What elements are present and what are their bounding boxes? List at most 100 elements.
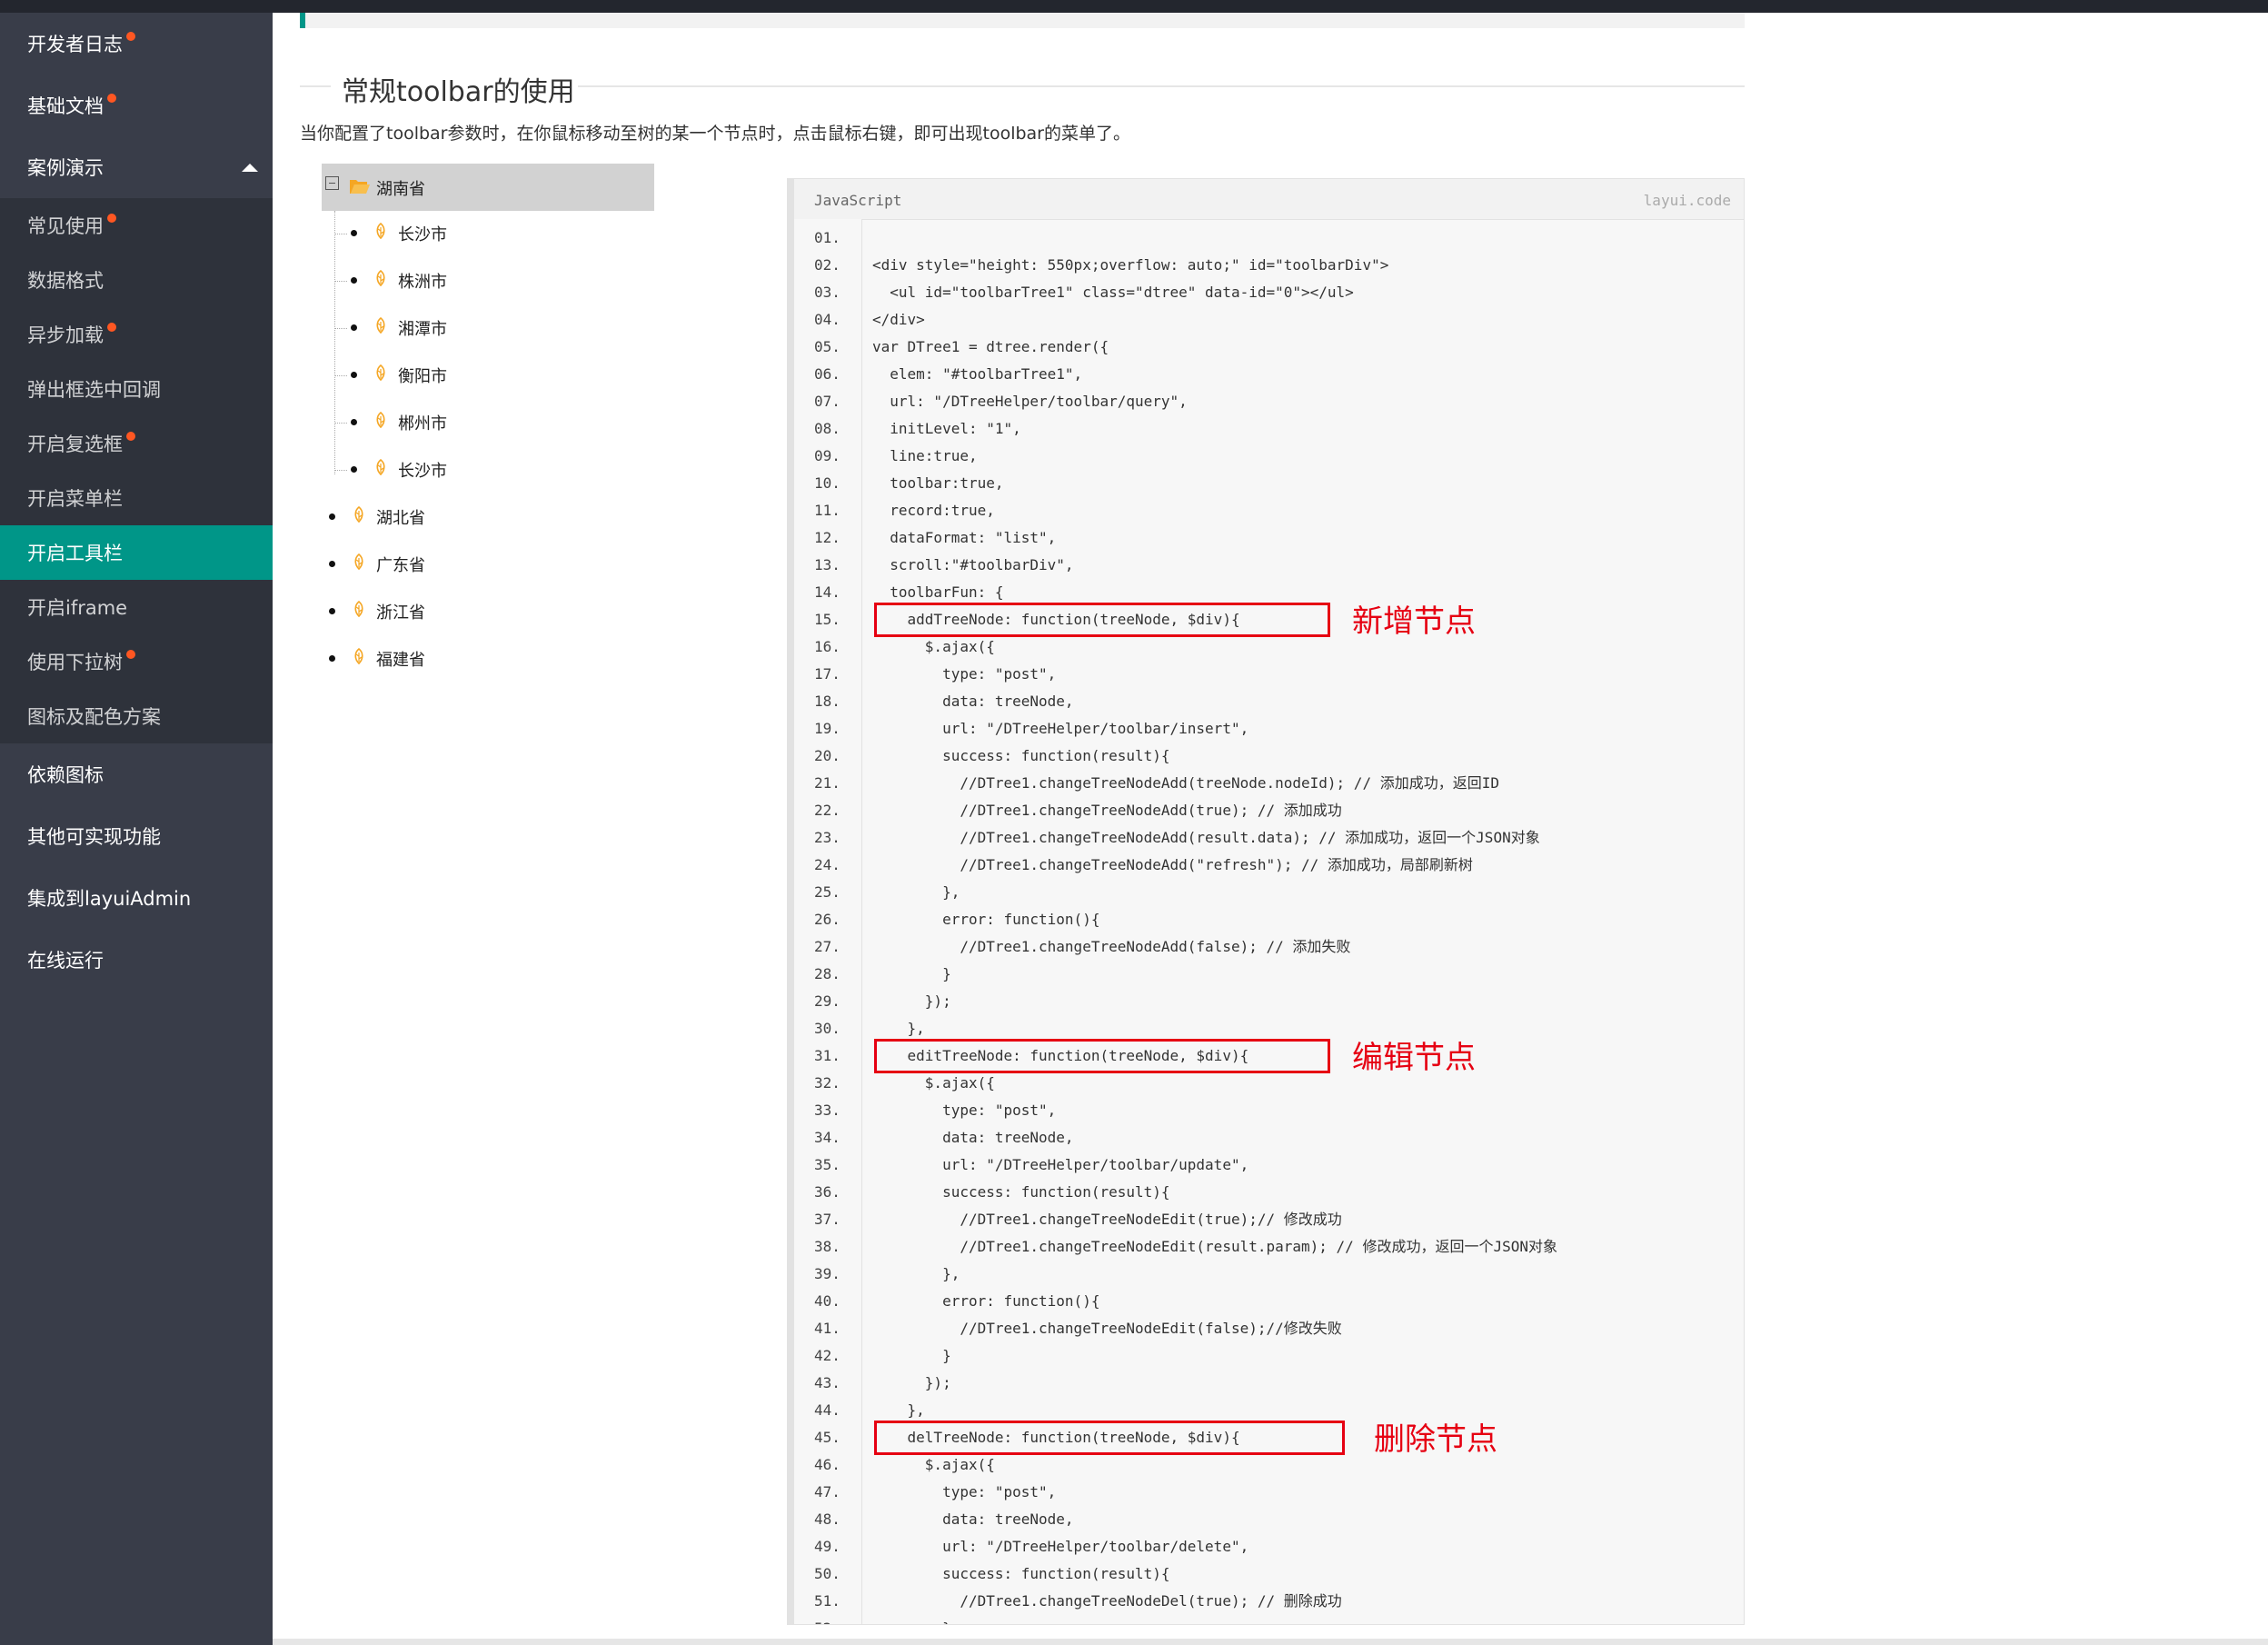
line-number: 50. xyxy=(814,1565,841,1582)
leaf-icon xyxy=(354,648,363,664)
tree-node-child[interactable]: 长沙市 xyxy=(398,458,447,482)
code-line: 52. } xyxy=(794,1615,1739,1624)
tree-node-child[interactable]: 湘潭市 xyxy=(398,316,447,340)
code-text: toolbar:true, xyxy=(872,474,1004,492)
leaf-icon xyxy=(376,270,385,286)
sidebar-item-4[interactable]: 数据格式 xyxy=(0,253,273,307)
code-text: initLevel: "1", xyxy=(872,420,1021,437)
code-line: 33. type: "post", xyxy=(794,1097,1739,1124)
code-line: 42. } xyxy=(794,1342,1739,1370)
code-text: $.ajax({ xyxy=(872,638,995,655)
code-text: }); xyxy=(872,992,951,1010)
sidebar-item-label: 开启iframe xyxy=(27,597,128,619)
bullet-icon xyxy=(351,372,357,378)
line-number: 51. xyxy=(814,1592,841,1610)
tree-node-root-selected[interactable] xyxy=(322,164,654,211)
sidebar-item-label: 集成到layuiAdmin xyxy=(27,888,192,910)
sidebar-item-8[interactable]: 开启菜单栏 xyxy=(0,471,273,525)
code-text: $.ajax({ xyxy=(872,1074,995,1092)
sidebar-item-label: 依赖图标 xyxy=(27,764,104,786)
sidebar-item-7[interactable]: 开启复选框 xyxy=(0,416,273,471)
tree-node-province[interactable]: 广东省 xyxy=(376,553,425,576)
line-number: 44. xyxy=(814,1401,841,1419)
code-line: 38. //DTree1.changeTreeNodeEdit(result.p… xyxy=(794,1233,1739,1261)
code-line: 16. $.ajax({ xyxy=(794,633,1739,661)
line-number: 12. xyxy=(814,529,841,546)
bullet-icon xyxy=(351,466,357,473)
sidebar-item-11[interactable]: 使用下拉树 xyxy=(0,634,273,689)
code-text: type: "post", xyxy=(872,1483,1057,1500)
code-line: 50. success: function(result){ xyxy=(794,1560,1739,1588)
tree-node-child[interactable]: 衡阳市 xyxy=(398,364,447,387)
sidebar-item-label: 常见使用 xyxy=(27,215,104,237)
previous-section-accent xyxy=(300,13,305,28)
sidebar-item-5[interactable]: 异步加载 xyxy=(0,307,273,362)
sidebar-item-label: 弹出框选中回调 xyxy=(27,379,161,401)
code-line: 09. line:true, xyxy=(794,443,1739,470)
line-number: 40. xyxy=(814,1292,841,1310)
code-line: 34. data: treeNode, xyxy=(794,1124,1739,1152)
line-number: 26. xyxy=(814,911,841,928)
code-text: </div> xyxy=(872,311,925,328)
sidebar-item-label: 开启复选框 xyxy=(27,434,123,455)
sidebar-item-9[interactable]: 开启工具栏 xyxy=(0,525,273,580)
tree-node-province[interactable]: 福建省 xyxy=(376,647,425,671)
code-line: 03. <ul id="toolbarTree1" class="dtree" … xyxy=(794,279,1739,306)
bullet-icon xyxy=(351,277,357,284)
bullet-icon xyxy=(329,608,335,614)
sidebar-item-15[interactable]: 集成到layuiAdmin xyxy=(0,867,273,929)
line-number: 13. xyxy=(814,556,841,573)
line-number: 11. xyxy=(814,502,841,519)
sidebar-item-10[interactable]: 开启iframe xyxy=(0,580,273,634)
line-number: 06. xyxy=(814,365,841,383)
sidebar-item-12[interactable]: 图标及配色方案 xyxy=(0,689,273,743)
sidebar-item-label: 开发者日志 xyxy=(27,34,123,55)
sidebar-item-0[interactable]: 开发者日志 xyxy=(0,13,273,75)
bullet-icon xyxy=(351,324,357,331)
sidebar-item-1[interactable]: 基础文档 xyxy=(0,75,273,136)
sidebar-item-3[interactable]: 常见使用 xyxy=(0,198,273,253)
sidebar-item-2[interactable]: 案例演示 xyxy=(0,136,273,198)
code-text: }, xyxy=(872,883,960,901)
bullet-icon xyxy=(351,230,357,236)
tree-node-child[interactable]: 株洲市 xyxy=(398,269,447,293)
code-text: url: "/DTreeHelper/toolbar/query", xyxy=(872,393,1188,410)
code-text: url: "/DTreeHelper/toolbar/delete", xyxy=(872,1538,1249,1555)
code-line: 06. elem: "#toolbarTree1", xyxy=(794,361,1739,388)
code-line: 01. xyxy=(794,224,1739,252)
sidebar-item-16[interactable]: 在线运行 xyxy=(0,929,273,991)
line-number: 37. xyxy=(814,1211,841,1228)
sidebar-item-6[interactable]: 弹出框选中回调 xyxy=(0,362,273,416)
tree-node-province[interactable]: 浙江省 xyxy=(376,600,425,623)
tree-node-province[interactable]: 湖北省 xyxy=(376,505,425,529)
annotation-label: 编辑节点 xyxy=(1352,1040,1476,1076)
tree-branch-line xyxy=(334,470,347,471)
sidebar: 开发者日志基础文档 案例演示常见使用数据格式 异步加载弹出框选中回调 开启复选框开启菜… xyxy=(0,13,273,1645)
line-number: 30. xyxy=(814,1020,841,1037)
line-number: 17. xyxy=(814,665,841,683)
sidebar-item-14[interactable]: 其他可实现功能 xyxy=(0,805,273,867)
sidebar-item-13[interactable]: 依赖图标 xyxy=(0,743,273,805)
annotation-label: 删除节点 xyxy=(1374,1421,1497,1458)
annotation-box xyxy=(874,1421,1345,1455)
line-number: 49. xyxy=(814,1538,841,1555)
line-number: 45. xyxy=(814,1429,841,1446)
collapse-icon[interactable] xyxy=(325,176,339,190)
code-line: 48. data: treeNode, xyxy=(794,1506,1739,1533)
code-text: //DTree1.changeTreeNodeAdd(false); // 添加… xyxy=(872,938,1351,955)
line-number: 19. xyxy=(814,720,841,737)
section-title: 常规toolbar的使用 xyxy=(342,76,575,108)
code-line: 10. toolbar:true, xyxy=(794,470,1739,497)
leaf-icon xyxy=(376,317,385,334)
line-number: 16. xyxy=(814,638,841,655)
code-text: success: function(result){ xyxy=(872,747,1170,764)
tree-node-child[interactable]: 长沙市 xyxy=(398,222,447,245)
code-line: 27. //DTree1.changeTreeNodeAdd(false); /… xyxy=(794,933,1739,961)
code-text: //DTree1.changeTreeNodeAdd(true); // 添加成… xyxy=(872,802,1342,819)
tree-node-label[interactable]: 湖南省 xyxy=(376,176,425,200)
top-bar xyxy=(0,0,2268,13)
tree-node-child[interactable]: 郴州市 xyxy=(398,411,447,434)
bullet-icon xyxy=(351,419,357,425)
code-text: record:true, xyxy=(872,502,995,519)
code-line: 04. </div> xyxy=(794,306,1739,334)
